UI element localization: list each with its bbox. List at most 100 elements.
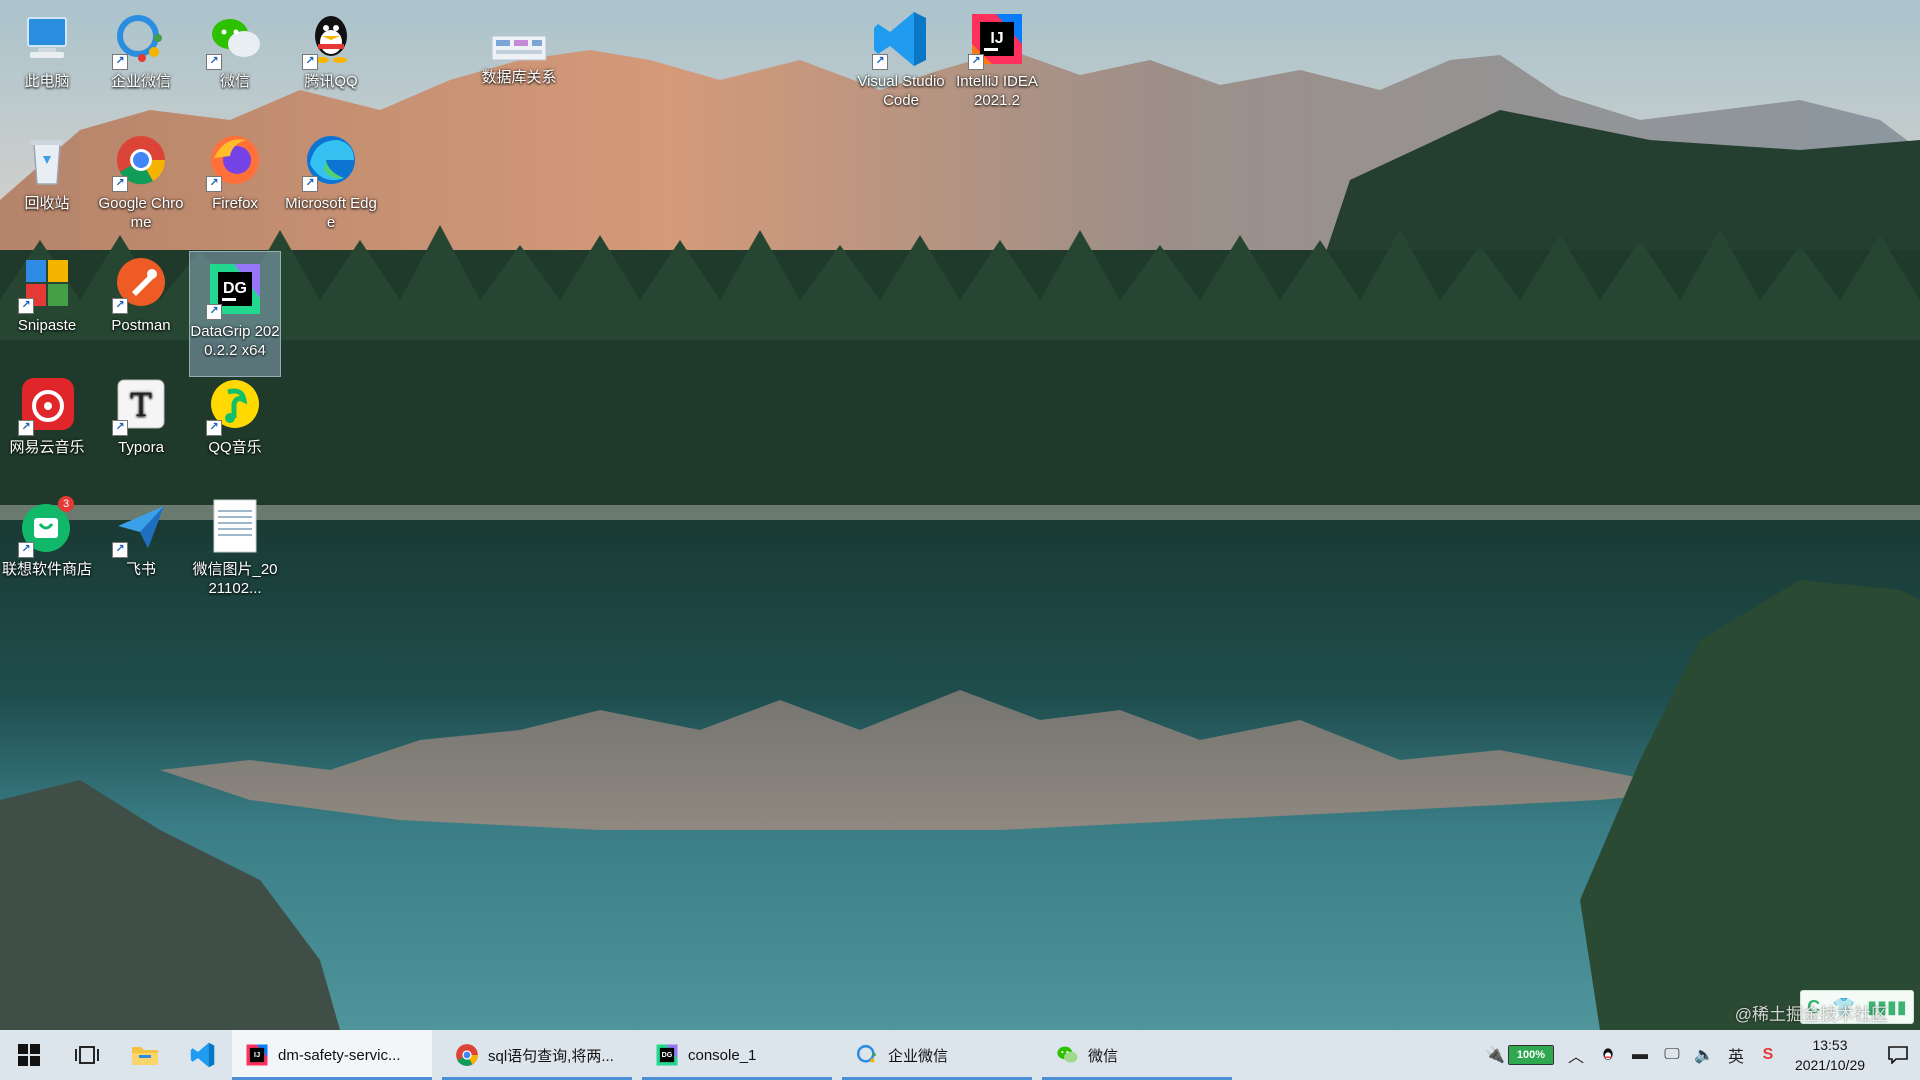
wecom-icon	[856, 1044, 876, 1063]
qq-tray-icon[interactable]	[1596, 1043, 1620, 1067]
shortcut-arrow-icon: ↗	[302, 54, 318, 70]
start-button[interactable]	[0, 1030, 58, 1080]
taskbar-app-chrome[interactable]: sql语句查询,将两...	[442, 1030, 632, 1080]
battery-icon: 100%	[1508, 1045, 1554, 1065]
svg-text:DG: DG	[662, 1051, 673, 1059]
icon-label: IntelliJ IDEA 2021.2	[956, 73, 1038, 109]
shortcut-arrow-icon: ↗	[206, 54, 222, 70]
chrome-icon	[456, 1044, 478, 1066]
battery-percent: 100%	[1516, 1049, 1546, 1061]
desktop-wallpaper: 此电脑 回收站 ↗ Snipaste ↗ 网易云音乐 3 ↗ 联想软件商店 ↗	[0, 0, 1920, 1030]
task-view-button[interactable]	[58, 1030, 116, 1080]
desktop-icon-wechat[interactable]: ↗ 微信	[190, 2, 280, 91]
postman-icon: ↗	[110, 252, 172, 314]
desktop-icon-recycle-bin[interactable]: 回收站	[2, 124, 92, 213]
clock-time: 13:53	[1812, 1037, 1848, 1053]
desktop-icon-netease-music[interactable]: ↗ 网易云音乐	[2, 368, 92, 457]
sogou-icon: S	[1762, 1046, 1774, 1063]
shortcut-arrow-icon: ↗	[112, 298, 128, 314]
icon-label: Postman	[111, 317, 171, 334]
icon-label: 微信图片_2021102...	[192, 561, 278, 597]
volume-tray-icon[interactable]: 🔈	[1692, 1043, 1716, 1067]
datagrip-icon: DG	[656, 1044, 678, 1066]
sogou-input-tray-icon[interactable]: S	[1756, 1043, 1780, 1067]
desktop-icon-this-pc[interactable]: 此电脑	[2, 2, 92, 91]
icon-label: 企业微信	[110, 73, 171, 90]
desktop-icon-intellij[interactable]: IJ ↗ IntelliJ IDEA 2021.2	[952, 2, 1042, 110]
shortcut-arrow-icon: ↗	[302, 176, 318, 192]
typora-icon: T ↗	[110, 374, 172, 436]
desktop-icon-database-relation[interactable]: 数据库关系	[474, 22, 564, 87]
desktop-icon-datagrip[interactable]: DG ↗ DataGrip 2020.2.2 x64	[189, 251, 281, 377]
desktop-icon-firefox[interactable]: ↗ Firefox	[190, 124, 280, 213]
desktop-icon-typora[interactable]: T ↗ Typora	[96, 368, 186, 457]
chrome-icon: ↗	[110, 130, 172, 192]
desktop-icon-chrome[interactable]: ↗ Google Chrome	[96, 124, 186, 232]
taskbar-app-label: 微信	[1088, 1047, 1119, 1065]
battery-indicator[interactable]: 🔌 100%	[1485, 1045, 1554, 1065]
shortcut-arrow-icon: ↗	[18, 298, 34, 314]
shortcut-arrow-icon: ↗	[18, 420, 34, 436]
desktop-icon-feishu[interactable]: ↗ 飞书	[96, 490, 186, 579]
desktop-icon-vscode[interactable]: ↗ Visual Studio Code	[856, 2, 946, 110]
icon-label: 数据库关系	[481, 69, 557, 86]
wecom-icon: ↗	[110, 8, 172, 70]
power-plug-icon: 🔌	[1485, 1047, 1505, 1064]
taskbar-app-intellij[interactable]: IJ dm-safety-servic...	[232, 1030, 432, 1080]
intellij-icon: IJ ↗	[966, 8, 1028, 70]
shortcut-arrow-icon: ↗	[206, 176, 222, 192]
computer-icon	[16, 8, 78, 70]
taskbar: IJ dm-safety-servic... sql语句查询,将两... DG …	[0, 1030, 1920, 1080]
ime-language-button[interactable]: 英	[1724, 1043, 1748, 1067]
icon-label: 联想软件商店	[1, 561, 92, 578]
datagrip-icon: DG ↗	[204, 258, 266, 320]
speaker-icon: 🔈	[1694, 1047, 1714, 1064]
image-file-icon	[204, 496, 266, 558]
file-explorer-button[interactable]	[116, 1030, 174, 1080]
battery-tray-icon[interactable]: ▬	[1628, 1043, 1652, 1067]
shortcut-arrow-icon: ↗	[206, 420, 222, 436]
desktop-icon-edge[interactable]: ↗ Microsoft Edge	[285, 124, 377, 232]
firefox-icon: ↗	[204, 130, 266, 192]
watermark-text: @稀土掘金技术社区	[1734, 1005, 1888, 1024]
desktop-icon-qqmusic[interactable]: ↗ QQ音乐	[190, 368, 280, 457]
taskbar-app-datagrip[interactable]: DG console_1	[642, 1030, 832, 1080]
desktop-icon-wecom[interactable]: ↗ 企业微信	[96, 2, 186, 91]
qqmusic-icon: ↗	[204, 374, 266, 436]
action-center-button[interactable]	[1876, 1030, 1920, 1080]
taskbar-app-wecom[interactable]: 企业微信	[842, 1030, 1032, 1080]
vscode-taskbar-button[interactable]	[174, 1030, 232, 1080]
shortcut-arrow-icon: ↗	[872, 54, 888, 70]
shortcut-arrow-icon: ↗	[112, 54, 128, 70]
lenovo-store-icon: 3 ↗	[16, 496, 78, 558]
taskbar-app-label: dm-safety-servic...	[278, 1046, 401, 1064]
database-relation-icon	[488, 28, 550, 66]
desktop-icon-image-file[interactable]: 微信图片_2021102...	[190, 490, 280, 598]
windows-logo-icon	[18, 1044, 40, 1066]
show-hidden-icons-button[interactable]: ︿	[1564, 1043, 1588, 1067]
desktop-icon-postman[interactable]: ↗ Postman	[96, 246, 186, 335]
icon-label: Microsoft Edge	[285, 195, 377, 231]
desktop-icon-lenovo-store[interactable]: 3 ↗ 联想软件商店	[2, 490, 92, 579]
taskbar-app-label: sql语句查询,将两...	[488, 1047, 614, 1065]
taskbar-clock[interactable]: 13:53 2021/10/29	[1784, 1035, 1876, 1075]
icon-label: 此电脑	[24, 73, 70, 90]
clock-date: 2021/10/29	[1794, 1057, 1866, 1073]
desktop-icon-qq[interactable]: ↗ 腾讯QQ	[286, 2, 376, 91]
network-icon: 🖵	[1664, 1046, 1680, 1063]
feishu-icon: ↗	[110, 496, 172, 558]
svg-text:DG: DG	[223, 280, 247, 297]
desktop-icon-snipaste[interactable]: ↗ Snipaste	[2, 246, 92, 335]
icon-label: DataGrip 2020.2.2 x64	[190, 323, 280, 359]
svg-text:IJ: IJ	[990, 30, 1003, 47]
icon-label: 微信	[219, 73, 250, 90]
network-tray-icon[interactable]: 🖵	[1660, 1043, 1684, 1067]
svg-text:IJ: IJ	[254, 1050, 260, 1059]
wechat-icon: ↗	[204, 8, 266, 70]
vscode-icon: ↗	[870, 8, 932, 70]
notification-icon	[1888, 1046, 1908, 1064]
icon-label: 腾讯QQ	[304, 73, 358, 90]
icon-label: 飞书	[125, 561, 156, 578]
qq-icon	[1603, 1048, 1613, 1060]
taskbar-app-wechat[interactable]: 微信	[1042, 1030, 1232, 1080]
